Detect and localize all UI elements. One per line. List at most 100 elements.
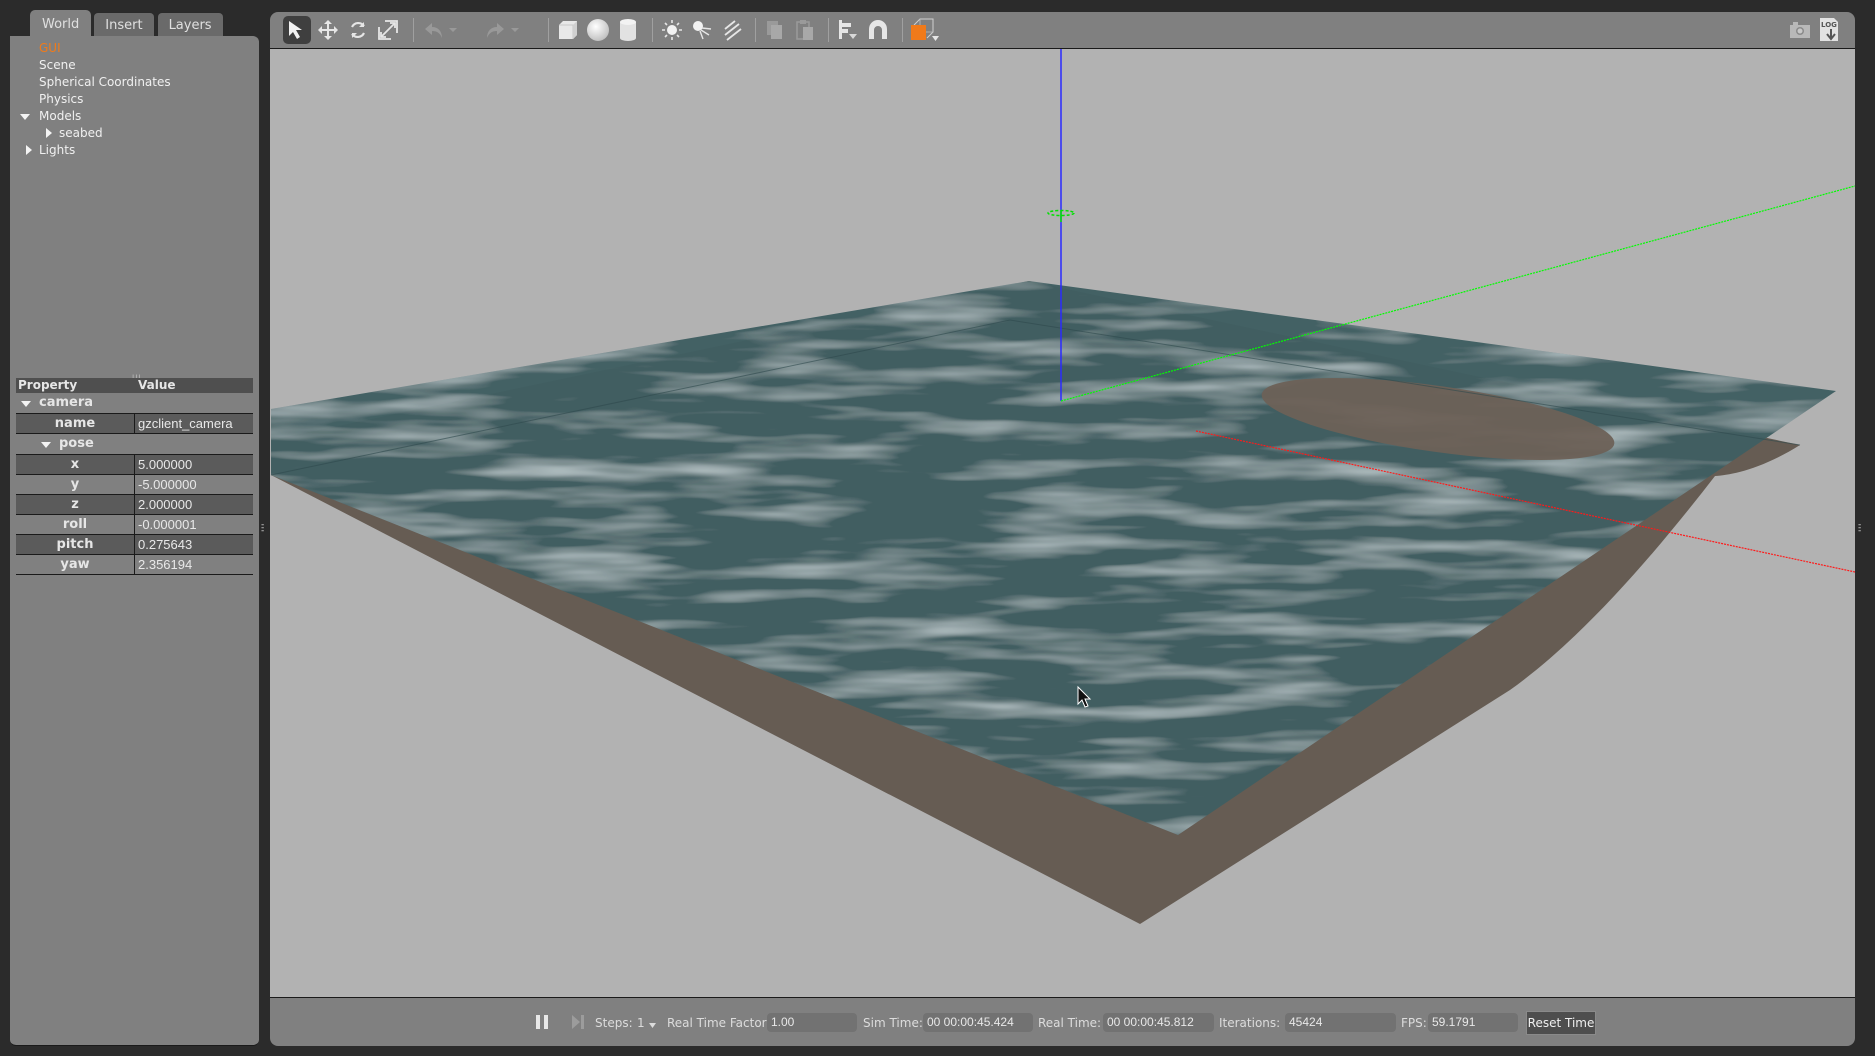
collapse-arrow-icon[interactable] (46, 128, 52, 138)
translate-icon[interactable] (314, 16, 342, 44)
redo-icon[interactable] (481, 16, 509, 44)
tree-item-physics[interactable]: Physics (10, 91, 259, 108)
steps-dropdown-icon[interactable] (648, 1015, 657, 1035)
value-column-header[interactable]: Value (136, 378, 253, 393)
expand-arrow-icon[interactable] (20, 114, 30, 120)
redo-history-icon[interactable] (508, 16, 522, 44)
iterations-field: 45424 (1285, 1013, 1396, 1032)
group-label: camera (39, 395, 94, 410)
steps-value[interactable]: 1 (637, 1013, 645, 1033)
cylinder-shape-icon[interactable] (614, 16, 642, 44)
sim-time-label: Sim Time: (863, 1016, 923, 1030)
step-forward-icon (572, 1015, 584, 1029)
property-row-z: z 2.000000 (16, 495, 253, 515)
tab-insert[interactable]: Insert (93, 12, 155, 38)
property-table: Property Value camera name gzclient_came… (16, 378, 253, 575)
tree-item-lights[interactable]: Lights (10, 142, 259, 159)
screenshot-camera-icon[interactable] (1786, 16, 1814, 44)
real-time-factor-field: 1.00 (767, 1013, 857, 1032)
directional-light-icon[interactable] (718, 16, 746, 44)
scene-viewport[interactable] (270, 49, 1855, 997)
tree-item-scene[interactable]: Scene (10, 57, 259, 74)
property-key: name (16, 414, 135, 433)
paste-icon[interactable] (791, 16, 819, 44)
scale-icon[interactable] (374, 16, 402, 44)
box-shape-icon[interactable] (554, 16, 582, 44)
tree-item-label: Scene (39, 58, 76, 72)
property-key: x (16, 455, 135, 474)
toolbar-separator (548, 18, 549, 42)
pause-icon (536, 1015, 548, 1029)
sim-time-field: 00 00:00:45.424 (923, 1013, 1033, 1032)
property-key: pitch (16, 535, 135, 554)
iterations-label: Iterations: (1219, 1016, 1281, 1030)
property-column-header[interactable]: Property (16, 378, 136, 393)
property-value[interactable]: 2.356194 (135, 555, 253, 574)
log-label: LOG (1821, 21, 1837, 29)
undo-icon[interactable] (420, 16, 448, 44)
align-icon[interactable] (834, 16, 862, 44)
real-time-label: Real Time: (1038, 1016, 1102, 1030)
tree-item-spherical-coordinates[interactable]: Spherical Coordinates (10, 74, 259, 91)
tree-item-label: Spherical Coordinates (39, 75, 171, 89)
tree-item-label: Models (39, 109, 82, 123)
world-panel: GUI Scene Spherical Coordinates Physics … (10, 36, 259, 1046)
property-value[interactable]: 0.275643 (135, 535, 253, 554)
group-label: pose (59, 436, 94, 451)
rotate-icon[interactable] (344, 16, 372, 44)
expand-arrow-icon[interactable] (21, 401, 31, 407)
left-panel-collapse-handle[interactable]: --- (261, 521, 269, 536)
tree-item-label: seabed (59, 126, 103, 140)
toolbar-separator (828, 18, 829, 42)
tab-layers[interactable]: Layers (156, 12, 224, 38)
property-key: z (16, 495, 135, 514)
property-row-yaw: yaw 2.356194 (16, 555, 253, 575)
pause-button[interactable] (534, 1013, 550, 1033)
property-row-roll: roll -0.000001 (16, 515, 253, 535)
reset-time-button[interactable]: Reset Time (1526, 1011, 1596, 1035)
fps-field: 59.1791 (1428, 1013, 1518, 1032)
property-value[interactable]: -0.000001 (135, 515, 253, 534)
world-tree: GUI Scene Spherical Coordinates Physics … (10, 40, 259, 159)
toolbar-separator (902, 18, 903, 42)
tab-world[interactable]: World (30, 10, 92, 38)
property-group-pose[interactable]: pose (16, 434, 253, 454)
property-key: y (16, 475, 135, 494)
step-button[interactable] (570, 1013, 586, 1033)
property-group-camera[interactable]: camera (16, 393, 253, 413)
sphere-shape-icon[interactable] (584, 16, 612, 44)
point-light-icon[interactable] (658, 16, 686, 44)
property-row-pitch: pitch 0.275643 (16, 535, 253, 555)
tree-item-seabed[interactable]: seabed (10, 125, 259, 142)
undo-history-icon[interactable] (446, 16, 460, 44)
view-angle-icon[interactable] (907, 16, 941, 44)
expand-arrow-icon[interactable] (41, 442, 51, 448)
snap-magnet-icon[interactable] (864, 16, 892, 44)
real-time-factor-label: Real Time Factor: (667, 1016, 771, 1030)
property-value[interactable]: gzclient_camera (135, 414, 253, 433)
log-record-icon[interactable]: LOG (1816, 16, 1844, 44)
scene-canvas[interactable] (270, 49, 1855, 997)
property-value[interactable]: 5.000000 (135, 455, 253, 474)
property-value[interactable]: 2.000000 (135, 495, 253, 514)
toolbar: LOG (270, 12, 1855, 49)
spot-light-icon[interactable] (688, 16, 716, 44)
simulation-status-bar: Steps: 1 Real Time Factor: 1.00 Sim Time… (270, 997, 1855, 1046)
property-row-name: name gzclient_camera (16, 413, 253, 434)
collapse-arrow-icon[interactable] (26, 145, 32, 155)
tree-item-label: Lights (39, 143, 76, 157)
toolbar-separator (413, 18, 414, 42)
real-time-field: 00 00:00:45.812 (1103, 1013, 1214, 1032)
select-arrow-icon[interactable] (283, 16, 311, 44)
property-table-header: Property Value (16, 378, 253, 393)
tree-item-gui[interactable]: GUI (10, 40, 259, 57)
property-value[interactable]: -5.000000 (135, 475, 253, 494)
tree-item-models[interactable]: Models (10, 108, 259, 125)
toolbar-separator (755, 18, 756, 42)
toolbar-separator (652, 18, 653, 42)
property-row-x: x 5.000000 (16, 454, 253, 475)
copy-icon[interactable] (761, 16, 789, 44)
property-key: yaw (16, 555, 135, 574)
right-panel-collapse-handle[interactable]: --- (1858, 521, 1866, 536)
left-panel-tabs: World Insert Layers (30, 10, 224, 38)
